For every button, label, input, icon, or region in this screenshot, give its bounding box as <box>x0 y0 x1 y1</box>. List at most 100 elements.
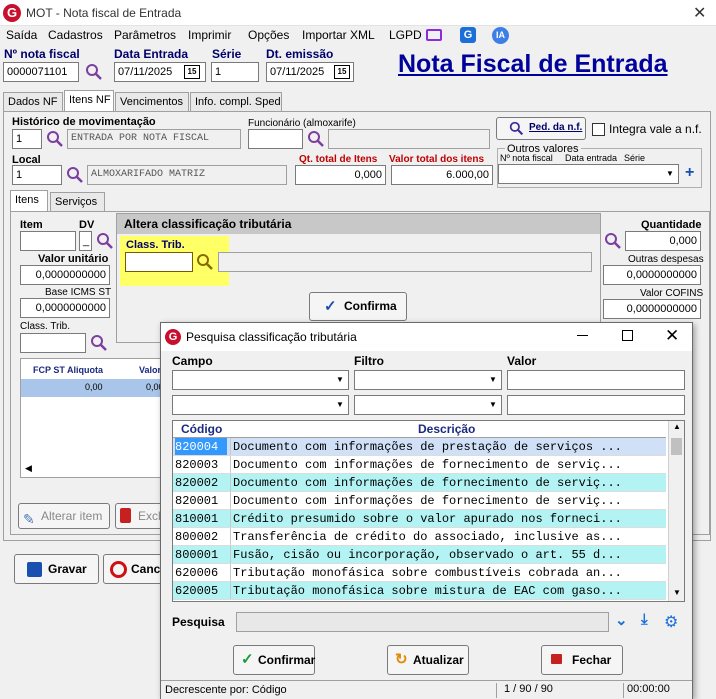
altera-class-search-icon[interactable] <box>196 253 214 271</box>
table-row[interactable]: 620005 Tributação monofásica sobre mistur… <box>173 582 666 600</box>
excluir-item-button[interactable]: Excl <box>115 503 163 529</box>
status-time: 00:00:00 <box>623 683 691 698</box>
atualizar-button[interactable]: ↻ Atualizar <box>387 645 469 675</box>
outras-desp-input[interactable]: 0,0000000000 <box>603 265 701 285</box>
menu-imprimir[interactable]: Imprimir <box>188 28 231 42</box>
page-title: Nota Fiscal de Entrada <box>398 50 668 78</box>
funcionario-search-icon[interactable] <box>307 130 325 148</box>
col-codigo[interactable]: Código <box>181 422 222 436</box>
funcionario-input[interactable] <box>248 129 303 149</box>
integra-checkbox[interactable] <box>592 123 605 136</box>
class-trib-input[interactable] <box>20 333 86 353</box>
calendar-icon-emissao[interactable]: 15 <box>334 65 350 79</box>
base-icms-input[interactable]: 0,0000000000 <box>20 298 110 318</box>
g-app-icon[interactable]: G <box>460 27 476 43</box>
class-trib-search-icon[interactable] <box>90 334 108 352</box>
tab-info-compl-sped[interactable]: Info. compl. Sped <box>190 92 282 112</box>
minimize-icon[interactable] <box>577 335 588 336</box>
tab-vencimentos[interactable]: Vencimentos <box>115 92 189 112</box>
tab-servicos[interactable]: Serviços <box>50 192 105 212</box>
valor-input-2[interactable] <box>507 395 685 415</box>
item-input[interactable] <box>20 231 76 251</box>
serie-label: Série <box>212 47 242 61</box>
filtro-select-2[interactable]: ▼ <box>354 395 502 415</box>
valor-cofins-input[interactable]: 0,0000000000 <box>603 299 701 319</box>
table-row[interactable]: 820001 Documento com informações de forne… <box>173 492 666 510</box>
altera-class-desc <box>218 252 592 272</box>
menu-lgpd[interactable]: LGPD <box>389 28 422 42</box>
campo-select-2[interactable]: ▼ <box>172 395 349 415</box>
item-label: Item <box>20 219 43 231</box>
sub-tabs: Itens Serviços <box>10 190 105 212</box>
table-row[interactable]: 810001 Crédito presumido sobre o valor ap… <box>173 510 666 528</box>
check-icon: ✓ <box>324 298 337 315</box>
menu-cadastros[interactable]: Cadastros <box>48 28 103 42</box>
scroll-left-icon[interactable]: ◀ <box>25 463 32 474</box>
table-row[interactable]: 800002 Transferência de crédito do associ… <box>173 528 666 546</box>
scroll-down-icon[interactable]: ▼ <box>673 588 681 597</box>
local-code-input[interactable]: 1 <box>12 165 62 185</box>
quantidade-search-icon[interactable] <box>604 232 622 250</box>
table-row[interactable]: 800001 Fusão, cisão ou incorporação, obse… <box>173 546 666 564</box>
fechar-button[interactable]: Fechar <box>541 645 623 675</box>
table-row[interactable]: 820004 Documento com informações de prest… <box>173 438 666 456</box>
historico-code-input[interactable]: 1 <box>12 129 42 149</box>
last-record-icon[interactable]: ⤓ <box>641 611 648 628</box>
valor-total-input[interactable]: 6.000,00 <box>391 165 493 185</box>
filtro-select-1[interactable]: ▼ <box>354 370 502 390</box>
scroll-thumb[interactable] <box>671 438 682 455</box>
valor-input-1[interactable] <box>507 370 685 390</box>
nota-search-icon[interactable] <box>85 63 103 81</box>
quantidade-input[interactable]: 0,000 <box>625 231 701 251</box>
menu-opcoes[interactable]: Opções <box>248 28 289 42</box>
close-icon[interactable]: ✕ <box>665 326 679 346</box>
double-chevron-down-icon[interactable]: ⌄ <box>615 611 628 629</box>
maximize-icon[interactable] <box>622 330 633 341</box>
ped-nf-button[interactable]: Ped. da n.f. <box>496 117 586 140</box>
item-search-icon[interactable] <box>96 232 114 250</box>
qt-total-input[interactable]: 0,000 <box>295 165 386 185</box>
outros-valores-combo[interactable]: ▼ <box>498 164 679 184</box>
altera-class-input[interactable] <box>125 252 193 272</box>
historico-search-icon[interactable] <box>46 130 64 148</box>
calendar-icon[interactable]: 15 <box>184 65 200 79</box>
tab-itens-nf[interactable]: Itens NF <box>64 90 114 112</box>
lock-icon <box>551 654 562 664</box>
tab-itens[interactable]: Itens <box>10 190 48 212</box>
table-row[interactable]: 820002 Documento com informações de forne… <box>173 474 666 492</box>
serie-input[interactable]: 1 <box>211 62 259 82</box>
confirma-button[interactable]: ✓ Confirma <box>309 292 407 321</box>
gear-icon[interactable]: ⚙ <box>664 612 678 632</box>
data-entrada-label: Data Entrada <box>114 47 189 61</box>
table-row[interactable]: 820003 Documento com informações de forne… <box>173 456 666 474</box>
gravar-button[interactable]: Gravar <box>14 554 99 584</box>
nota-input[interactable]: 0000071101 <box>3 62 79 82</box>
col-descricao[interactable]: Descrição <box>418 422 475 436</box>
window-title: MOT - Nota fiscal de Entrada <box>26 6 182 20</box>
scrollbar[interactable]: ▲ ▼ <box>668 421 684 601</box>
tab-dados-nf[interactable]: Dados NF <box>3 92 63 112</box>
local-search-icon[interactable] <box>66 166 84 184</box>
table-row[interactable]: 620006 Tributação monofásica sobre combus… <box>173 564 666 582</box>
alterar-item-label: Alterar item <box>41 509 103 523</box>
pesquisa-input[interactable] <box>236 612 609 632</box>
menu-saida[interactable]: Saída <box>6 28 37 42</box>
table-row[interactable]: 0,00 0,00 <box>21 379 171 397</box>
cancelar-button[interactable]: Cance <box>103 554 165 584</box>
dv-input[interactable]: _ <box>79 231 92 251</box>
monitor-icon[interactable] <box>426 29 442 41</box>
campo-select-1[interactable]: ▼ <box>172 370 349 390</box>
alterar-item-button[interactable]: ✎ Alterar item <box>18 503 110 529</box>
scroll-up-icon[interactable]: ▲ <box>673 422 681 431</box>
historico-desc: ENTRADA POR NOTA FISCAL <box>67 129 241 149</box>
ia-icon[interactable]: IA <box>492 27 509 44</box>
pesquisa-label: Pesquisa <box>172 615 225 629</box>
save-icon <box>27 562 42 577</box>
add-plus-icon[interactable]: + <box>685 164 694 182</box>
menu-parametros[interactable]: Parâmetros <box>114 28 176 42</box>
menu-importar-xml[interactable]: Importar XML <box>302 28 375 42</box>
valor-unit-input[interactable]: 0,0000000000 <box>20 265 110 285</box>
close-window-icon[interactable]: ✕ <box>693 3 706 23</box>
confirmar-button[interactable]: ✓ Confirmar <box>233 645 315 675</box>
fechar-label: Fechar <box>572 653 612 667</box>
